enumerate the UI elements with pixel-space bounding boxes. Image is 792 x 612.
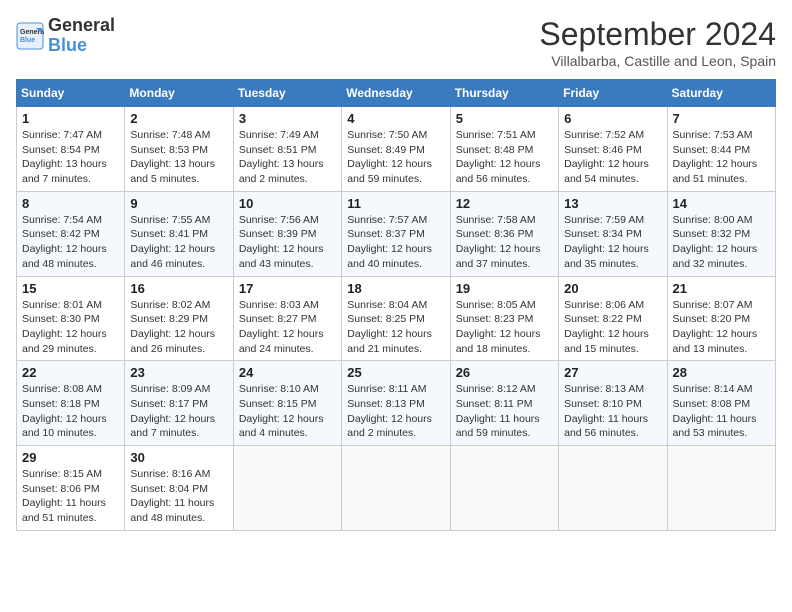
calendar-cell: 28Sunrise: 8:14 AM Sunset: 8:08 PM Dayli… [667, 361, 775, 446]
calendar-cell: 21Sunrise: 8:07 AM Sunset: 8:20 PM Dayli… [667, 276, 775, 361]
calendar-cell: 29Sunrise: 8:15 AM Sunset: 8:06 PM Dayli… [17, 446, 125, 531]
page-header: General Blue GeneralBlue September 2024 … [16, 16, 776, 69]
calendar-cell: 16Sunrise: 8:02 AM Sunset: 8:29 PM Dayli… [125, 276, 233, 361]
location-title: Villalbarba, Castille and Leon, Spain [539, 53, 776, 69]
calendar-cell: 9Sunrise: 7:55 AM Sunset: 8:41 PM Daylig… [125, 191, 233, 276]
logo: General Blue GeneralBlue [16, 16, 115, 56]
calendar-cell: 18Sunrise: 8:04 AM Sunset: 8:25 PM Dayli… [342, 276, 450, 361]
calendar-cell: 26Sunrise: 8:12 AM Sunset: 8:11 PM Dayli… [450, 361, 558, 446]
logo-icon: General Blue [16, 22, 44, 50]
calendar-cell: 17Sunrise: 8:03 AM Sunset: 8:27 PM Dayli… [233, 276, 341, 361]
calendar-cell: 7Sunrise: 7:53 AM Sunset: 8:44 PM Daylig… [667, 107, 775, 192]
column-headers: SundayMondayTuesdayWednesdayThursdayFrid… [17, 80, 776, 107]
col-header-friday: Friday [559, 80, 667, 107]
calendar-cell: 27Sunrise: 8:13 AM Sunset: 8:10 PM Dayli… [559, 361, 667, 446]
calendar-week-4: 29Sunrise: 8:15 AM Sunset: 8:06 PM Dayli… [17, 446, 776, 531]
calendar-cell [450, 446, 558, 531]
col-header-sunday: Sunday [17, 80, 125, 107]
calendar-cell: 23Sunrise: 8:09 AM Sunset: 8:17 PM Dayli… [125, 361, 233, 446]
calendar-cell [559, 446, 667, 531]
calendar-cell: 5Sunrise: 7:51 AM Sunset: 8:48 PM Daylig… [450, 107, 558, 192]
calendar-cell: 1Sunrise: 7:47 AM Sunset: 8:54 PM Daylig… [17, 107, 125, 192]
calendar-cell: 30Sunrise: 8:16 AM Sunset: 8:04 PM Dayli… [125, 446, 233, 531]
calendar-cell: 25Sunrise: 8:11 AM Sunset: 8:13 PM Dayli… [342, 361, 450, 446]
svg-text:Blue: Blue [20, 37, 35, 44]
calendar-cell [342, 446, 450, 531]
calendar-cell [233, 446, 341, 531]
calendar-cell: 2Sunrise: 7:48 AM Sunset: 8:53 PM Daylig… [125, 107, 233, 192]
calendar-week-2: 15Sunrise: 8:01 AM Sunset: 8:30 PM Dayli… [17, 276, 776, 361]
calendar-cell: 10Sunrise: 7:56 AM Sunset: 8:39 PM Dayli… [233, 191, 341, 276]
calendar-week-0: 1Sunrise: 7:47 AM Sunset: 8:54 PM Daylig… [17, 107, 776, 192]
col-header-thursday: Thursday [450, 80, 558, 107]
logo-text: GeneralBlue [48, 16, 115, 56]
calendar-cell: 11Sunrise: 7:57 AM Sunset: 8:37 PM Dayli… [342, 191, 450, 276]
col-header-saturday: Saturday [667, 80, 775, 107]
month-title: September 2024 [539, 16, 776, 53]
calendar-cell: 13Sunrise: 7:59 AM Sunset: 8:34 PM Dayli… [559, 191, 667, 276]
calendar-cell: 22Sunrise: 8:08 AM Sunset: 8:18 PM Dayli… [17, 361, 125, 446]
calendar-cell [667, 446, 775, 531]
calendar-cell: 19Sunrise: 8:05 AM Sunset: 8:23 PM Dayli… [450, 276, 558, 361]
calendar-cell: 8Sunrise: 7:54 AM Sunset: 8:42 PM Daylig… [17, 191, 125, 276]
col-header-tuesday: Tuesday [233, 80, 341, 107]
calendar-cell: 3Sunrise: 7:49 AM Sunset: 8:51 PM Daylig… [233, 107, 341, 192]
calendar-week-3: 22Sunrise: 8:08 AM Sunset: 8:18 PM Dayli… [17, 361, 776, 446]
calendar-cell: 15Sunrise: 8:01 AM Sunset: 8:30 PM Dayli… [17, 276, 125, 361]
col-header-monday: Monday [125, 80, 233, 107]
col-header-wednesday: Wednesday [342, 80, 450, 107]
calendar-cell: 20Sunrise: 8:06 AM Sunset: 8:22 PM Dayli… [559, 276, 667, 361]
title-block: September 2024 Villalbarba, Castille and… [539, 16, 776, 69]
calendar-cell: 4Sunrise: 7:50 AM Sunset: 8:49 PM Daylig… [342, 107, 450, 192]
calendar-cell: 24Sunrise: 8:10 AM Sunset: 8:15 PM Dayli… [233, 361, 341, 446]
calendar-cell: 12Sunrise: 7:58 AM Sunset: 8:36 PM Dayli… [450, 191, 558, 276]
calendar-cell: 6Sunrise: 7:52 AM Sunset: 8:46 PM Daylig… [559, 107, 667, 192]
calendar-cell: 14Sunrise: 8:00 AM Sunset: 8:32 PM Dayli… [667, 191, 775, 276]
calendar-week-1: 8Sunrise: 7:54 AM Sunset: 8:42 PM Daylig… [17, 191, 776, 276]
calendar-table: SundayMondayTuesdayWednesdayThursdayFrid… [16, 79, 776, 531]
